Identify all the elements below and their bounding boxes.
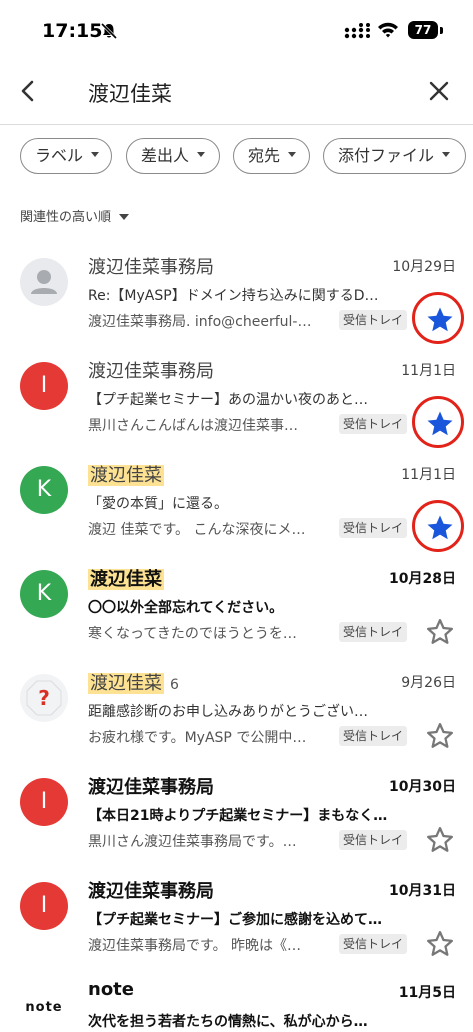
status-bar: 17:15 77 xyxy=(0,0,473,62)
mail-sender: 渡辺佳菜事務局 xyxy=(88,361,214,382)
filter-chip-label[interactable]: ラベル xyxy=(20,138,112,174)
avatar: I xyxy=(20,362,68,410)
filter-chip-sender[interactable]: 差出人 xyxy=(126,138,220,174)
note-logo: note xyxy=(20,984,68,1032)
mail-sender: 渡辺佳菜 xyxy=(88,569,164,590)
chevron-down-icon xyxy=(91,152,100,157)
mail-date: 11月5日 xyxy=(398,985,456,1001)
avatar: K xyxy=(20,466,68,514)
mail-row[interactable]: I 渡辺佳菜事務局 11月1日 【プチ起業セミナー】あの温かい夜のあと… 黒川さ… xyxy=(0,356,473,460)
mail-subject: 【プチ起業セミナー】あの温かい夜のあと… xyxy=(88,392,368,408)
thread-count: 6 xyxy=(170,677,179,693)
mail-row[interactable]: I 渡辺佳菜事務局 10月31日 【プチ起業セミナー】ご参加に感謝を込めて… 渡… xyxy=(0,876,473,980)
chip-text: 添付ファイル xyxy=(338,146,435,165)
mail-snippet: 黒川さん渡辺佳菜事務局です。… xyxy=(88,834,297,850)
inbox-label: 受信トレイ xyxy=(339,518,408,538)
mail-date: 11月1日 xyxy=(401,363,456,379)
mail-sender: 渡辺佳菜事務局 xyxy=(88,257,214,278)
mail-sender: 渡辺佳菜事務局 xyxy=(88,881,214,902)
mail-date: 11月1日 xyxy=(401,467,456,483)
chevron-down-icon xyxy=(197,152,206,157)
chevron-down-icon xyxy=(288,152,297,157)
inbox-label: 受信トレイ xyxy=(339,726,408,746)
filter-chip-attachment[interactable]: 添付ファイル xyxy=(323,138,466,174)
highlight-circle xyxy=(412,500,464,552)
chevron-down-icon xyxy=(442,152,451,157)
mail-row[interactable]: K 渡辺佳菜 10月28日 〇〇以外全部忘れてください。 寒くなってきたのでほう… xyxy=(0,564,473,668)
avatar: K xyxy=(20,570,68,618)
mail-date: 9月26日 xyxy=(401,675,456,691)
sort-dropdown[interactable]: 関連性の高い順 xyxy=(20,206,130,225)
person-icon xyxy=(31,270,57,294)
inbox-label: 受信トレイ xyxy=(339,622,408,642)
mail-subject: 【プチ起業セミナー】ご参加に感謝を込めて… xyxy=(88,912,382,928)
status-time: 17:15 xyxy=(42,20,103,42)
star-outline-icon[interactable] xyxy=(425,721,455,751)
mail-row[interactable]: 渡辺佳菜事務局 10月29日 Re:【MyASP】ドメイン持ち込みに関するD… … xyxy=(0,252,473,356)
avatar: I xyxy=(20,778,68,826)
wifi-icon xyxy=(378,22,398,38)
chevron-down-icon xyxy=(119,213,130,220)
mail-date: 10月31日 xyxy=(389,883,456,899)
inbox-label: 受信トレイ xyxy=(339,934,408,954)
mail-row[interactable]: I 渡辺佳菜事務局 10月30日 【本日21時よりプチ起業セミナー】まもなく… … xyxy=(0,772,473,876)
back-arrow-icon[interactable] xyxy=(14,76,44,106)
svg-text:?: ? xyxy=(38,686,50,710)
mail-row[interactable]: note note 11月5日 次代を担う若者たちの情熱に、私が心から… xyxy=(0,978,473,1032)
unknown-sender-icon: ? xyxy=(26,680,62,716)
highlight-circle xyxy=(412,292,464,344)
avatar: ? xyxy=(20,674,68,722)
chip-text: 宛先 xyxy=(248,146,281,165)
mail-sender: 渡辺佳菜 6 xyxy=(88,673,179,694)
mail-row[interactable]: K 渡辺佳菜 11月1日 「愛の本質」に還る。 渡辺 佳菜です。 こんな深夜にメ… xyxy=(0,460,473,564)
star-outline-icon[interactable] xyxy=(425,929,455,959)
inbox-label: 受信トレイ xyxy=(339,310,408,330)
mail-sender: note xyxy=(88,979,134,1000)
avatar xyxy=(20,258,68,306)
signal-icon xyxy=(344,23,370,39)
mail-date: 10月30日 xyxy=(389,779,456,795)
mail-sender: 渡辺佳菜事務局 xyxy=(88,777,214,798)
inbox-label: 受信トレイ xyxy=(339,414,408,434)
mail-snippet: 渡辺佳菜事務局です。 昨晩は《… xyxy=(88,938,302,954)
mail-sender: 渡辺佳菜 xyxy=(88,465,164,486)
mail-date: 10月28日 xyxy=(389,571,456,587)
battery-tip xyxy=(440,27,443,34)
star-outline-icon[interactable] xyxy=(425,825,455,855)
battery-indicator: 77 xyxy=(408,21,438,39)
mail-subject: 距離感診断のお申し込みありがとうござい… xyxy=(88,704,368,720)
chip-text: ラベル xyxy=(35,146,84,165)
avatar: I xyxy=(20,882,68,930)
sort-label: 関連性の高い順 xyxy=(20,210,112,225)
mail-snippet: お疲れ様です。MyASP で公開中… xyxy=(88,730,307,746)
mail-snippet: 渡辺 佳菜です。 こんな深夜にメ… xyxy=(88,522,306,538)
mail-subject: 〇〇以外全部忘れてください。 xyxy=(88,600,284,616)
mail-subject: Re:【MyASP】ドメイン持ち込みに関するD… xyxy=(88,288,379,304)
chip-text: 差出人 xyxy=(141,146,190,165)
filter-chips: ラベル 差出人 宛先 添付ファイル xyxy=(0,138,473,178)
mail-snippet: 黒川さんこんばんは渡辺佳菜事… xyxy=(88,418,298,434)
mail-subject: 【本日21時よりプチ起業セミナー】まもなく… xyxy=(88,808,388,824)
highlight-circle xyxy=(412,396,464,448)
filter-chip-recipient[interactable]: 宛先 xyxy=(233,138,310,174)
search-query[interactable]: 渡辺佳菜 xyxy=(88,78,172,108)
mail-date: 10月29日 xyxy=(392,259,456,275)
star-outline-icon[interactable] xyxy=(425,617,455,647)
search-header: 渡辺佳菜 xyxy=(0,62,473,125)
mail-subject: 「愛の本質」に還る。 xyxy=(88,496,228,512)
mail-snippet: 寒くなってきたのでほうとうを… xyxy=(88,626,297,642)
close-icon[interactable] xyxy=(426,78,452,104)
mail-row[interactable]: ? 渡辺佳菜 6 9月26日 距離感診断のお申し込みありがとうござい… お疲れ様で… xyxy=(0,668,473,772)
mail-subject: 次代を担う若者たちの情熱に、私が心から… xyxy=(88,1014,368,1030)
mail-snippet: 渡辺佳菜事務局. info@cheerful-… xyxy=(88,314,312,330)
bell-muted-icon xyxy=(100,22,118,40)
inbox-label: 受信トレイ xyxy=(339,830,408,850)
